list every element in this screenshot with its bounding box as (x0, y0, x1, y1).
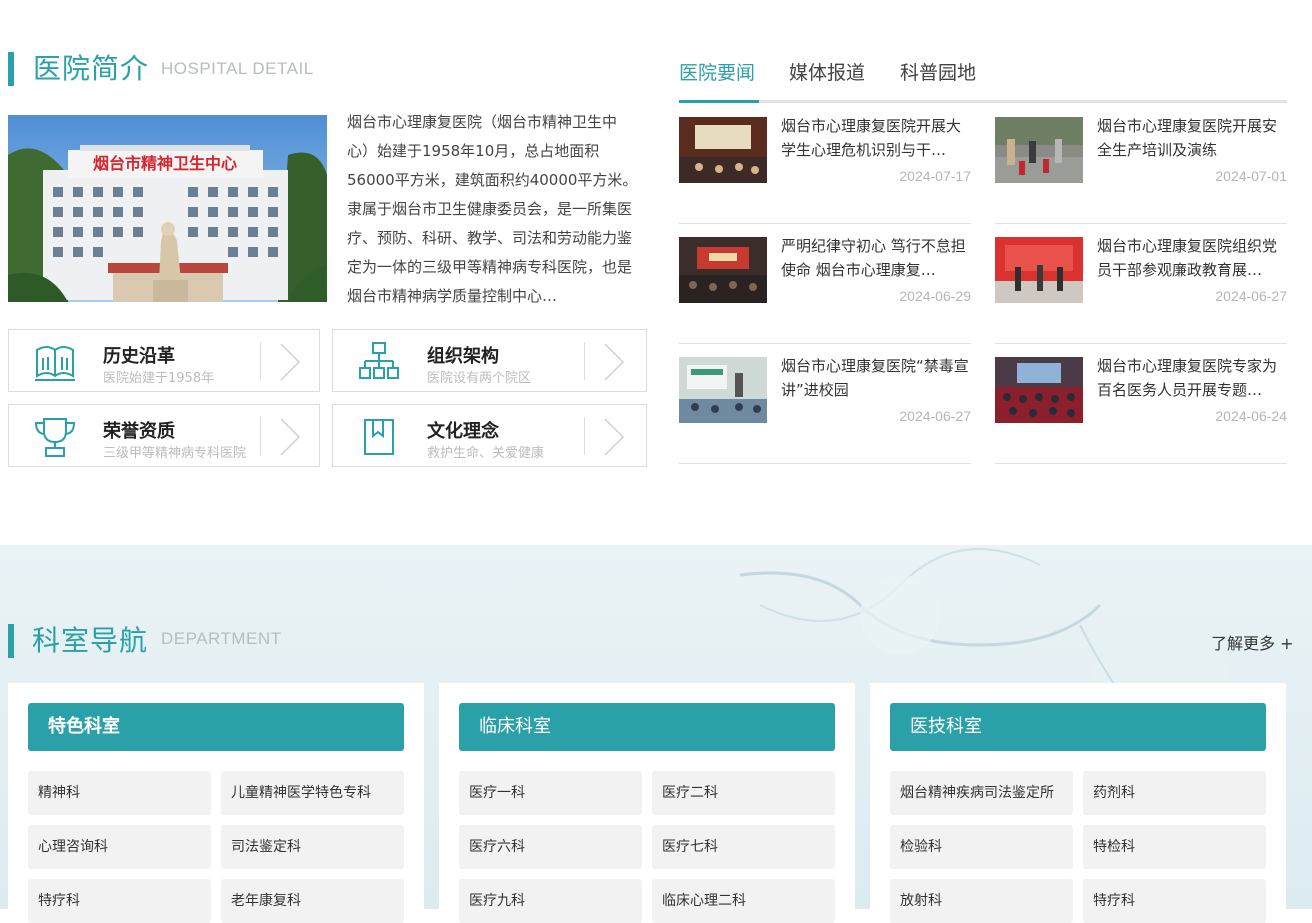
news-item[interactable]: 烟台市心理康复医院“禁毒宣讲”进校园 2024-06-27 (679, 346, 971, 464)
dept-item[interactable]: 医疗九科 (459, 879, 642, 923)
news-date: 2024-06-27 (1215, 288, 1287, 304)
news-title: 烟台市心理康复医院“禁毒宣讲”进校园 (781, 357, 969, 399)
card-history[interactable]: 历史沿革 医院始建于1958年 (8, 329, 320, 392)
card-title: 组织架构 (427, 346, 499, 367)
card-title: 文化理念 (427, 421, 499, 442)
intro-heading-en: HOSPITAL DETAIL (161, 59, 314, 78)
card-subtitle: 医院设有两个院区 (427, 371, 532, 386)
intro-heading: 医院简介 (33, 52, 150, 85)
org-chart-icon (357, 340, 401, 384)
news-item[interactable]: 烟台市心理康复医院组织党员干部参观廉政教育展… 2024-06-27 (995, 226, 1287, 344)
dept-item[interactable]: 特检科 (1083, 825, 1266, 869)
intro-text: 烟台市心理康复医院（烟台市精神卫生中心）始建于1958年10月，总占地面积560… (347, 113, 638, 305)
department-heading: 科室导航 (32, 624, 149, 657)
card-divider (584, 417, 585, 455)
dept-item[interactable]: 医疗一科 (459, 771, 642, 815)
tab-hospital-news[interactable]: 医院要闻 (679, 58, 755, 85)
news-title: 烟台市心理康复医院专家为百名医务人员开展专题… (1097, 357, 1278, 399)
trophy-icon (33, 415, 77, 459)
tab-science[interactable]: 科普园地 (900, 58, 976, 85)
card-divider (584, 342, 585, 380)
tab-media-reports[interactable]: 媒体报道 (789, 58, 865, 85)
news-item[interactable]: 烟台市心理康复医院专家为百名医务人员开展专题… 2024-06-24 (995, 346, 1287, 464)
dept-panel-clinical: 临床科室 医疗一科 医疗二科 医疗六科 医疗七科 医疗九科 临床心理二科 (439, 683, 855, 923)
tab-underline-track (679, 100, 1287, 103)
dept-item[interactable]: 心理咨询科 (28, 825, 211, 869)
dept-item[interactable]: 烟台精神疾病司法鉴定所 (890, 771, 1073, 815)
news-item[interactable]: 烟台市心理康复医院开展大学生心理危机识别与干… 2024-07-17 (679, 106, 971, 224)
card-subtitle: 救护生命、关爱健康 (427, 446, 545, 461)
chevron-right-icon (601, 417, 627, 457)
news-thumbnail (995, 357, 1083, 423)
dept-item[interactable]: 检验科 (890, 825, 1073, 869)
card-title: 历史沿革 (103, 346, 175, 367)
hospital-building-photo[interactable]: 烟台市精神卫生中心 (8, 115, 327, 302)
news-thumbnail (679, 117, 767, 183)
card-divider (260, 342, 261, 380)
news-date: 2024-07-01 (1215, 168, 1287, 184)
dept-item[interactable]: 特疗科 (1083, 879, 1266, 923)
card-subtitle: 三级甲等精神病专科医院 (103, 446, 247, 461)
dept-item[interactable]: 老年康复科 (221, 879, 404, 923)
dept-item[interactable]: 医疗七科 (652, 825, 835, 869)
dept-item[interactable]: 精神科 (28, 771, 211, 815)
bookmark-icon (357, 415, 401, 459)
card-divider (260, 417, 261, 455)
card-subtitle: 医院始建于1958年 (103, 371, 215, 386)
card-honors[interactable]: 荣誉资质 三级甲等精神病专科医院 (8, 404, 320, 467)
news-thumbnail (679, 237, 767, 303)
news-thumbnail (995, 117, 1083, 183)
news-date: 2024-07-17 (899, 168, 971, 184)
chevron-right-icon (277, 417, 303, 457)
news-title: 烟台市心理康复医院开展大学生心理危机识别与干… (781, 117, 962, 159)
section-accent-bar (8, 52, 14, 86)
dept-item[interactable]: 司法鉴定科 (221, 825, 404, 869)
news-title: 烟台市心理康复医院开展安全生产培训及演练 (1097, 117, 1278, 159)
tab-active-indicator (679, 100, 759, 103)
book-icon (33, 340, 77, 384)
news-date: 2024-06-29 (899, 288, 971, 304)
news-thumbnail (679, 357, 767, 423)
dept-item[interactable]: 特疗科 (28, 879, 211, 923)
dept-panel-title[interactable]: 特色科室 (28, 703, 404, 751)
news-date: 2024-06-27 (899, 408, 971, 424)
dept-item[interactable]: 医疗二科 (652, 771, 835, 815)
news-title: 严明纪律守初心 笃行不怠担使命 烟台市心理康复… (781, 237, 966, 279)
dept-panel-medtech: 医技科室 烟台精神疾病司法鉴定所 药剂科 检验科 特检科 放射科 特疗科 (870, 683, 1286, 923)
learn-more-link[interactable]: 了解更多 + (1211, 630, 1294, 654)
dept-panel-title[interactable]: 医技科室 (890, 703, 1266, 751)
card-organization[interactable]: 组织架构 医院设有两个院区 (332, 329, 647, 392)
section-accent-bar (8, 624, 14, 658)
dept-item[interactable]: 儿童精神医学特色专科 (221, 771, 404, 815)
news-thumbnail (995, 237, 1083, 303)
card-title: 荣誉资质 (103, 421, 175, 442)
dept-item[interactable]: 药剂科 (1083, 771, 1266, 815)
dept-item[interactable]: 医疗六科 (459, 825, 642, 869)
news-date: 2024-06-24 (1215, 408, 1287, 424)
dept-panel-featured: 特色科室 精神科 儿童精神医学特色专科 心理咨询科 司法鉴定科 特疗科 老年康复… (8, 683, 424, 923)
dept-item[interactable]: 临床心理二科 (652, 879, 835, 923)
news-title: 烟台市心理康复医院组织党员干部参观廉政教育展… (1097, 237, 1278, 279)
department-heading-en: DEPARTMENT (161, 629, 282, 648)
news-item[interactable]: 烟台市心理康复医院开展安全生产培训及演练 2024-07-01 (995, 106, 1287, 224)
dept-item[interactable]: 放射科 (890, 879, 1073, 923)
chevron-right-icon (601, 342, 627, 382)
chevron-right-icon (277, 342, 303, 382)
news-item[interactable]: 严明纪律守初心 笃行不怠担使命 烟台市心理康复… 2024-06-29 (679, 226, 971, 344)
building-sign-text: 烟台市精神卫生中心 (93, 154, 237, 173)
dept-panel-title[interactable]: 临床科室 (459, 703, 835, 751)
card-culture[interactable]: 文化理念 救护生命、关爱健康 (332, 404, 647, 467)
